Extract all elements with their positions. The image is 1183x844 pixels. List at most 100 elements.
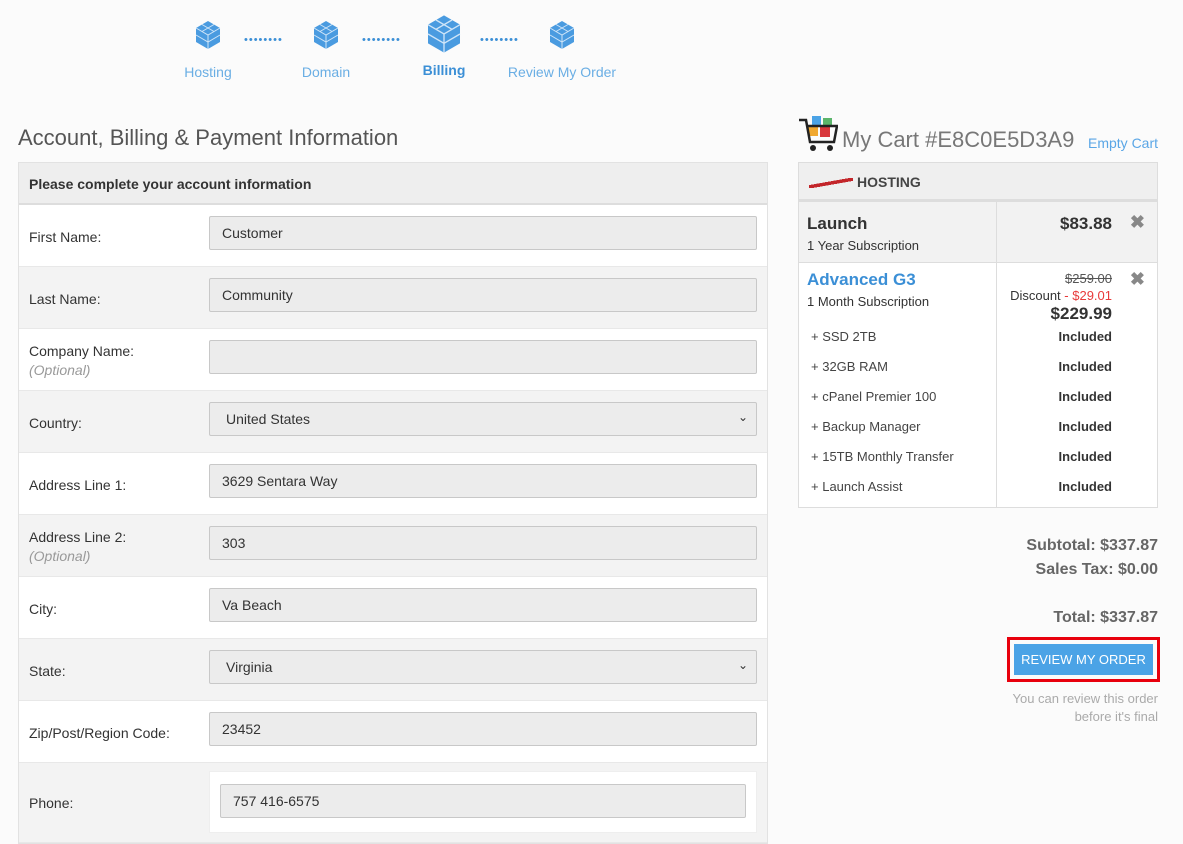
address1-row: Address Line 1: 3629 Sentara Way <box>19 453 767 515</box>
review-my-order-button[interactable]: REVIEW MY ORDER <box>1014 644 1153 675</box>
cube-icon <box>549 21 575 49</box>
item-term: 1 Month Subscription <box>807 294 930 309</box>
section-label: HOSTING <box>857 174 921 190</box>
field-label: State: <box>29 663 66 679</box>
phone-row: Phone: 757 416-6575 <box>19 763 767 843</box>
select-value: Virginia <box>226 659 273 675</box>
field-label: Last Name: <box>29 291 101 307</box>
shopping-cart-icon <box>799 116 838 151</box>
company-input[interactable] <box>209 340 757 374</box>
review-button-highlight: REVIEW MY ORDER <box>1007 637 1160 682</box>
step-label: Billing <box>422 62 466 78</box>
page-title: Account, Billing & Payment Information <box>18 125 399 150</box>
optional-hint: (Optional) <box>29 362 91 378</box>
label-text: Address Line 2: <box>29 529 127 545</box>
chevron-down-icon: ⌄ <box>737 410 748 424</box>
item-price: $83.88 <box>1060 214 1112 233</box>
hosting-logo-icon <box>809 178 853 189</box>
step-review[interactable]: Review My Order <box>502 20 622 80</box>
cart-item-advanced-g3: Advanced G3 1 Month Subscription $259.00 … <box>799 263 1157 507</box>
city-input[interactable]: Va Beach <box>209 588 757 622</box>
feature-name: 15TB Monthly Transfer <box>822 449 954 464</box>
remove-icon[interactable]: ✖ <box>1130 212 1145 233</box>
optional-hint: (Optional) <box>29 548 91 564</box>
field-label: Company Name: (Optional) <box>29 343 134 378</box>
first-name-row: First Name: Customer <box>19 205 767 267</box>
state-select[interactable]: Virginia ⌄ <box>209 650 757 684</box>
city-row: City: Va Beach <box>19 577 767 639</box>
address2-input[interactable]: 303 <box>209 526 757 560</box>
cart-section-header: HOSTING <box>799 163 1157 202</box>
state-row: State: Virginia ⌄ <box>19 639 767 701</box>
country-select[interactable]: United States ⌄ <box>209 402 757 436</box>
note-line: before it's final <box>1074 709 1158 724</box>
zip-input[interactable]: 23452 <box>209 712 757 746</box>
empty-cart-link[interactable]: Empty Cart <box>1088 135 1158 151</box>
company-row: Company Name: (Optional) <box>19 329 767 391</box>
feature-name: 32GB RAM <box>822 359 888 374</box>
cube-icon <box>427 15 461 53</box>
item-name[interactable]: Advanced G3 <box>807 270 929 290</box>
feature-item: + Backup Manager <box>811 419 921 434</box>
field-label: Address Line 2: (Optional) <box>29 529 126 564</box>
review-note: You can review this order before it's fin… <box>958 690 1159 726</box>
label-text: Company Name: <box>29 343 135 359</box>
feature-item: + cPanel Premier 100 <box>811 389 937 404</box>
field-label: City: <box>29 601 57 617</box>
feature-item: + 32GB RAM <box>811 359 888 374</box>
chevron-down-icon: ⌄ <box>737 658 748 672</box>
feature-value: Included <box>1058 419 1112 434</box>
address1-input[interactable]: 3629 Sentara Way <box>209 464 757 498</box>
cart-panel: HOSTING Launch 1 Year Subscription $83.88… <box>798 162 1158 508</box>
remove-icon[interactable]: ✖ <box>1130 269 1145 290</box>
discount-amount: - $29.01 <box>1064 288 1112 303</box>
item-term: 1 Year Subscription <box>807 238 920 253</box>
item-price: $229.99 <box>1050 304 1112 323</box>
feature-value: Included <box>1058 359 1112 374</box>
feature-value: Included <box>1058 479 1112 494</box>
feature-item: + SSD 2TB <box>811 329 877 344</box>
step-label: Review My Order <box>507 64 617 80</box>
field-label: Address Line 1: <box>29 477 127 493</box>
feature-item: + 15TB Monthly Transfer <box>811 449 954 464</box>
step-label: Hosting <box>184 64 232 80</box>
field-label: First Name: <box>29 229 102 245</box>
feature-value: Included <box>1058 389 1112 404</box>
feature-name: Backup Manager <box>822 419 921 434</box>
feature-name: Launch Assist <box>822 479 903 494</box>
step-billing: Billing <box>384 14 504 78</box>
total: Total: $337.87 <box>1053 609 1158 626</box>
progress-steps: Hosting •••••••• Domain •••••••• Billing… <box>170 14 630 84</box>
feature-value: Included <box>1058 329 1112 344</box>
cube-icon <box>313 21 339 49</box>
cart-id: #E8C0E5D3A9 <box>925 127 1075 152</box>
last-name-row: Last Name: Community <box>19 267 767 329</box>
item-name: Launch <box>807 214 868 233</box>
address2-row: Address Line 2: (Optional) 303 <box>19 515 767 577</box>
cube-icon <box>195 21 221 49</box>
phone-box: 757 416-6575 <box>209 771 757 833</box>
feature-item: + Launch Assist <box>811 479 903 494</box>
field-label: Zip/Post/Region Code: <box>29 725 170 741</box>
discount-label: Discount <box>1010 288 1061 303</box>
step-domain[interactable]: Domain <box>266 20 386 80</box>
sales-tax: Sales Tax: $0.00 <box>1035 561 1158 578</box>
field-label: Country: <box>29 415 82 431</box>
feature-value: Included <box>1058 449 1112 464</box>
form-header: Please complete your account information <box>19 163 767 205</box>
last-name-input[interactable]: Community <box>209 278 757 312</box>
subtotal: Subtotal: $337.87 <box>1026 537 1158 554</box>
field-label: Phone: <box>29 795 74 811</box>
zip-row: Zip/Post/Region Code: 23452 <box>19 701 767 763</box>
step-hosting[interactable]: Hosting <box>148 20 268 80</box>
note-line: You can review this order <box>1012 691 1159 706</box>
original-price: $259.00 <box>1065 271 1112 286</box>
phone-input[interactable]: 757 416-6575 <box>220 784 746 818</box>
first-name-input[interactable]: Customer <box>209 216 757 250</box>
account-form: Please complete your account information… <box>18 162 768 844</box>
country-row: Country: United States ⌄ <box>19 391 767 453</box>
feature-name: SSD 2TB <box>822 329 877 344</box>
step-label: Domain <box>301 64 351 80</box>
cart-item-launch: Launch 1 Year Subscription $83.88 ✖ <box>799 202 1157 263</box>
select-value: United States <box>226 411 311 427</box>
